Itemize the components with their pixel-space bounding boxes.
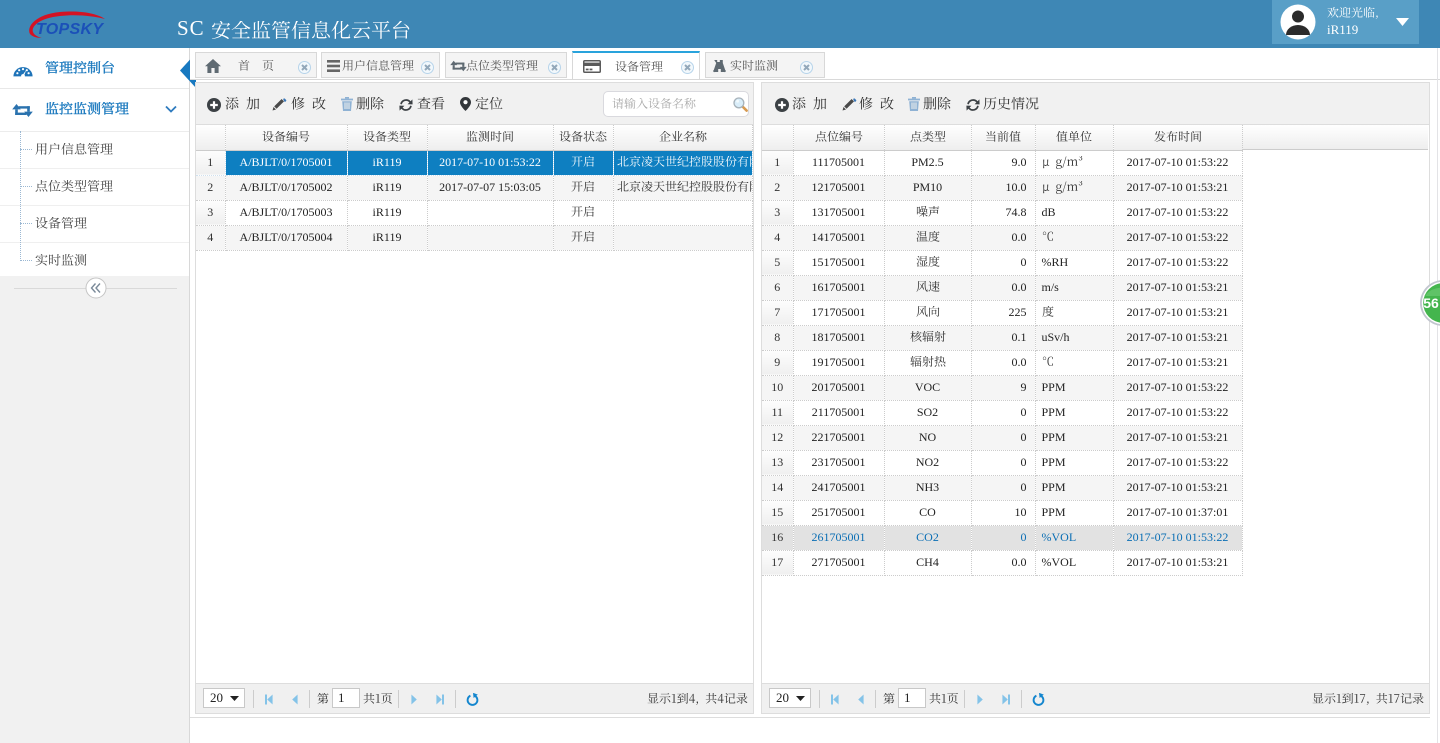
svg-text:TOPSKY: TOPSKY — [36, 21, 104, 38]
svg-text:56: 56 — [1423, 295, 1439, 311]
